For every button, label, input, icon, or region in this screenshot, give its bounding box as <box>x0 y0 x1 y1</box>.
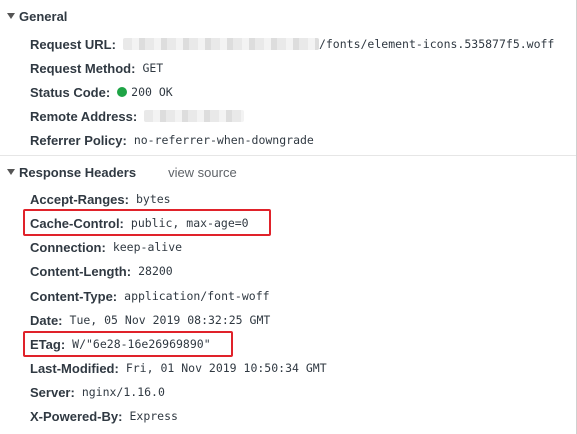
cache-control-highlight-box <box>23 209 271 236</box>
general-row-status-code: Status Code: 200 OK <box>30 82 173 102</box>
header-value: Fri, 01 Nov 2019 10:50:34 GMT <box>125 361 327 375</box>
response-row-server: Server: nginx/1.16.0 <box>30 382 165 402</box>
etag-highlight-box <box>23 331 233 357</box>
header-value: application/font-woff <box>124 289 270 303</box>
response-row-last-modified: Last-Modified: Fri, 01 Nov 2019 10:50:34… <box>30 358 327 378</box>
header-key: X-Powered-By: <box>30 408 123 424</box>
header-key: Request Method: <box>30 60 136 76</box>
header-key: Server: <box>30 384 75 400</box>
header-value: /fonts/element-icons.535877f5.woff <box>318 37 555 51</box>
header-key: Content-Length: <box>30 263 132 279</box>
header-key: Remote Address: <box>30 108 138 124</box>
header-value: 28200 <box>138 264 173 278</box>
redacted-address-blur <box>144 110 245 122</box>
header-value: 200 OK <box>131 85 173 99</box>
header-key: Referrer Policy: <box>30 132 127 148</box>
general-section-header[interactable]: General <box>0 5 67 27</box>
redacted-host-blur <box>122 38 319 50</box>
header-value: keep-alive <box>112 240 183 254</box>
header-value: no-referrer-when-downgrade <box>133 133 314 147</box>
header-value: Tue, 05 Nov 2019 08:32:25 GMT <box>69 313 271 327</box>
header-key: Connection: <box>30 239 106 255</box>
response-row-date: Date: Tue, 05 Nov 2019 08:32:25 GMT <box>30 310 270 330</box>
response-row-accept-ranges: Accept-Ranges: bytes <box>30 189 171 209</box>
response-row-connection: Connection: keep-alive <box>30 237 182 257</box>
general-row-request-method: Request Method: GET <box>30 58 163 78</box>
general-row-request-url: Request URL: /fonts/element-icons.535877… <box>30 34 554 54</box>
header-value: bytes <box>135 192 171 206</box>
section-divider <box>0 155 577 156</box>
response-row-x-powered-by: X-Powered-By: Express <box>30 406 178 426</box>
green-status-dot-icon <box>117 87 128 97</box>
triangle-down-icon[interactable] <box>7 169 15 175</box>
header-key: Accept-Ranges: <box>30 191 129 207</box>
general-row-referrer-policy: Referrer Policy: no-referrer-when-downgr… <box>30 130 314 150</box>
general-section-title: General <box>19 8 68 24</box>
headers-panel: General Request URL: /fonts/element-icon… <box>0 0 577 434</box>
view-source-link[interactable]: view source <box>168 165 237 180</box>
triangle-down-icon[interactable] <box>7 13 15 19</box>
general-row-remote-address: Remote Address: <box>30 106 245 126</box>
header-key: Last-Modified: <box>30 360 119 376</box>
header-key: Content-Type: <box>30 288 118 304</box>
header-key: Date: <box>30 312 63 328</box>
header-key: Request URL: <box>30 36 116 52</box>
response-row-content-type: Content-Type: application/font-woff <box>30 286 270 306</box>
header-value: GET <box>142 61 164 75</box>
response-headers-section-header[interactable]: Response Headers view source <box>0 161 237 183</box>
header-key: Status Code: <box>30 84 111 100</box>
response-row-content-length: Content-Length: 28200 <box>30 261 173 281</box>
response-headers-title: Response Headers <box>19 164 137 180</box>
header-value: Express <box>129 409 178 423</box>
header-value: nginx/1.16.0 <box>81 385 165 399</box>
